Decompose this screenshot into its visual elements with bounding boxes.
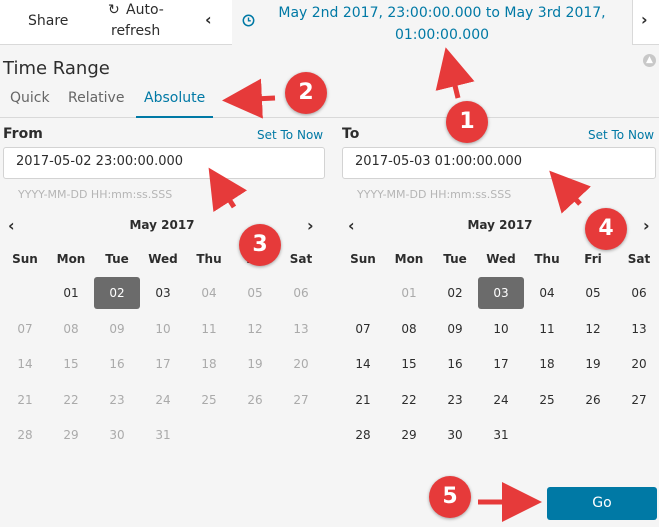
- annotation-marker-4: 4: [585, 208, 627, 250]
- arrow-3: [208, 167, 248, 213]
- annotation-marker-3: 3: [239, 224, 281, 266]
- arrow-4: [549, 170, 592, 214]
- annotation-arrows: [208, 47, 592, 522]
- arrow-1: [435, 47, 475, 99]
- annotation-marker-5: 5: [429, 476, 471, 518]
- annotation-marker-1: 1: [446, 101, 488, 143]
- annotation-marker-2: 2: [285, 72, 327, 114]
- arrow-2: [222, 78, 276, 119]
